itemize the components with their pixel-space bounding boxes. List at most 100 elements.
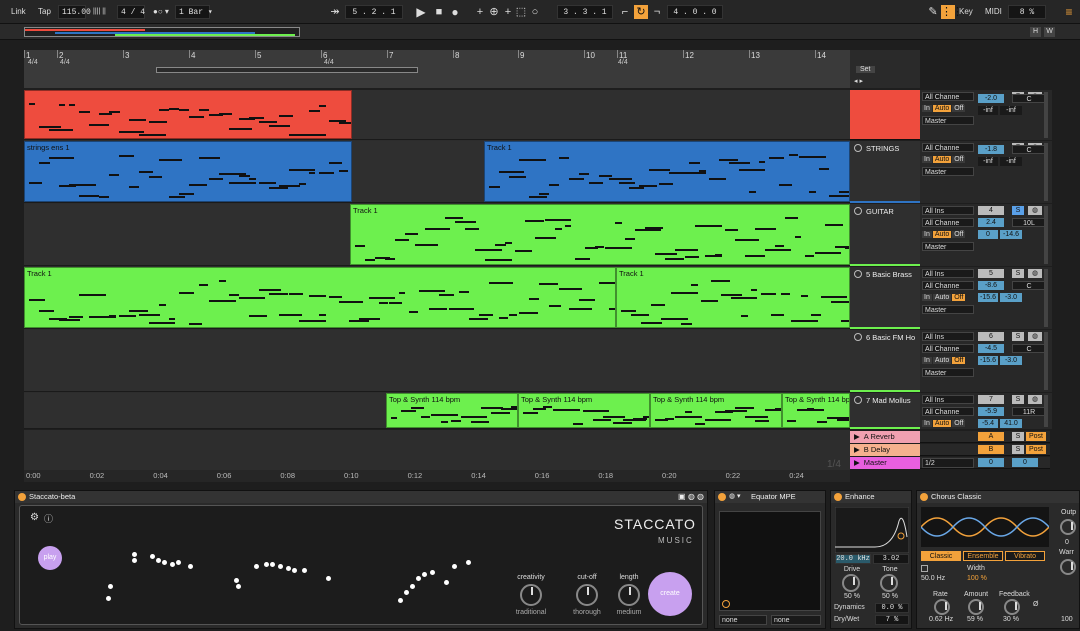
input-type-select[interactable]: All Ins — [922, 206, 974, 215]
punch-in-icon[interactable]: ⌐ — [618, 5, 632, 19]
fold-icon[interactable] — [854, 144, 862, 152]
time-ruler[interactable]: 0:00 0:02 0:04 0:06 0:08 0:10 0:12 0:14 0:16 0:18… — [24, 470, 850, 482]
track-header[interactable]: 6 Basic FM Ho — [850, 330, 920, 392]
monitor-auto-button[interactable]: Auto — [932, 105, 952, 112]
arrows-icon[interactable]: ◂ ▸ — [854, 77, 863, 85]
return-track-2[interactable]: ▶ Master 1/2 0 0 — [850, 457, 1050, 469]
arm-button[interactable]: ◍ — [1028, 395, 1042, 404]
record-icon[interactable]: ● — [448, 5, 462, 19]
enhance-filter-graph[interactable] — [835, 507, 909, 553]
arm-button[interactable]: ◍ — [1028, 269, 1042, 278]
midi-clip[interactable]: Track 1 — [350, 204, 850, 265]
track-lane[interactable]: Track 1 — [24, 204, 850, 266]
fold-icon[interactable] — [854, 333, 862, 341]
nudge-icon[interactable]: |||| || — [90, 5, 109, 19]
return-activator[interactable]: B — [978, 445, 1004, 454]
midi-clip[interactable] — [24, 90, 352, 139]
chorus-mode-vibrato[interactable]: Vibrato — [1005, 551, 1045, 561]
set-button[interactable]: Set — [856, 66, 875, 73]
w-zoom-button[interactable]: W — [1044, 27, 1055, 37]
monitor-off-button[interactable]: Off — [952, 156, 966, 163]
output-select[interactable]: Master — [922, 116, 974, 125]
stop-icon[interactable]: ■ — [432, 5, 446, 19]
menu-icon[interactable]: ≡ — [1062, 5, 1076, 19]
info-icon[interactable]: ⓘ — [44, 512, 53, 525]
output-select[interactable]: Master — [922, 167, 974, 176]
follow-icon[interactable]: ↠ — [328, 5, 342, 19]
volume-field[interactable]: 2.4 — [978, 218, 1004, 227]
dynamics-value[interactable]: 0.0 % — [875, 603, 909, 613]
width-value[interactable]: 100 % — [967, 575, 987, 582]
pan-field[interactable]: C — [1012, 94, 1046, 103]
device-power-icon[interactable] — [18, 493, 26, 501]
loop-start-field[interactable]: 3 . 3 . 1 — [557, 5, 613, 19]
return-track-1[interactable]: ▶ B Delay B S Post — [850, 444, 1050, 456]
back-to-arrangement-icon[interactable]: + — [501, 5, 515, 19]
midi-clip[interactable]: Top & Synth 114 bpm — [782, 393, 850, 428]
staccato-knob[interactable] — [520, 584, 542, 606]
chorus-mode-ensemble[interactable]: Ensemble — [963, 551, 1003, 561]
input-channel-select[interactable]: All Channe — [922, 92, 974, 101]
monitor-auto-button[interactable]: Auto — [932, 156, 952, 163]
chorus-mode-classic[interactable]: Classic — [921, 551, 961, 561]
fold-icon[interactable] — [854, 396, 862, 404]
track-lane[interactable]: strings ens 1 Track 1 — [24, 141, 850, 203]
track-lane[interactable] — [24, 90, 850, 140]
input-channel-select[interactable]: All Channe — [922, 344, 974, 353]
input-channel-select[interactable]: All Channe — [922, 407, 974, 416]
volume-field[interactable]: -2.0 — [978, 94, 1004, 103]
fold-icon[interactable]: ▶ — [854, 445, 860, 454]
play-button[interactable]: play — [38, 546, 62, 570]
time-signature-field[interactable]: 4 / 4 — [117, 5, 145, 19]
track-activator[interactable]: 4 — [978, 206, 1004, 215]
play-icon[interactable]: ▶ — [414, 5, 428, 19]
master-output-select[interactable]: 1/2 — [922, 458, 974, 468]
output-select[interactable]: Master — [922, 368, 974, 377]
warmth-knob[interactable] — [1060, 559, 1076, 575]
device-power-icon[interactable] — [920, 493, 928, 501]
fold-icon[interactable] — [854, 270, 862, 278]
overdub-icon[interactable]: + — [473, 5, 487, 19]
volume-field[interactable]: -8.6 — [978, 281, 1004, 290]
track-title[interactable]: GUITAR — [854, 207, 894, 216]
volume-field[interactable]: -4.5 — [978, 344, 1004, 353]
output-select[interactable]: Master — [922, 305, 974, 314]
time-signature-marker[interactable]: 4/4 — [60, 59, 70, 66]
drywet-value[interactable]: 7 % — [875, 615, 909, 625]
keyboard-icon[interactable]: ⋮⋮ — [941, 5, 963, 19]
return-track-header[interactable]: ▶ B Delay — [850, 444, 920, 456]
midi-clip[interactable]: strings ens 1 — [24, 141, 352, 202]
track-lane[interactable]: Top & Synth 114 bpm Top & Synth 114 bpm To… — [24, 393, 850, 429]
midi-clip[interactable]: Track 1 — [24, 267, 616, 328]
input-channel-select[interactable]: All Channe — [922, 281, 974, 290]
input-channel-select[interactable]: All Channe — [922, 143, 974, 152]
monitor-off-button[interactable]: Off — [952, 231, 966, 238]
create-button[interactable]: create — [648, 572, 692, 616]
link-button[interactable]: Link — [8, 5, 29, 19]
input-channel-select[interactable]: All Channe — [922, 218, 974, 227]
h-zoom-button[interactable]: H — [1030, 27, 1041, 37]
capture-icon[interactable]: ⬚ — [514, 5, 528, 19]
monitor-in-button[interactable]: In — [922, 105, 932, 112]
rate-knob[interactable] — [934, 599, 950, 615]
device-power-icon[interactable] — [718, 493, 726, 501]
return-track-header[interactable]: ▶ A Reverb — [850, 431, 920, 443]
arrangement-overview[interactable]: H W — [0, 24, 1080, 40]
enhance-q[interactable]: 3.02 — [873, 554, 909, 564]
time-signature-marker[interactable]: 4/4 — [324, 59, 334, 66]
pan-field[interactable]: C — [1012, 145, 1046, 154]
midi-clip[interactable]: Top & Synth 114 bpm — [650, 393, 782, 428]
midi-map-button[interactable]: MIDI — [982, 5, 1005, 19]
loop-brace[interactable] — [156, 67, 418, 73]
volume-field[interactable]: -1.8 — [978, 145, 1004, 154]
pan-field[interactable]: C — [1012, 281, 1046, 290]
tone-knob[interactable] — [880, 574, 898, 592]
tap-button[interactable]: Tap — [35, 5, 54, 19]
time-signature-marker[interactable]: 4/4 — [28, 59, 38, 66]
monitor-off-button[interactable]: Off — [952, 105, 966, 112]
track-header[interactable]: STRINGS — [850, 141, 920, 203]
monitor-in-button[interactable]: In — [922, 420, 932, 427]
track-activator[interactable]: 5 — [978, 269, 1004, 278]
settings-icon[interactable]: ⚙ — [30, 512, 39, 523]
solo-button[interactable]: S — [1012, 206, 1024, 215]
